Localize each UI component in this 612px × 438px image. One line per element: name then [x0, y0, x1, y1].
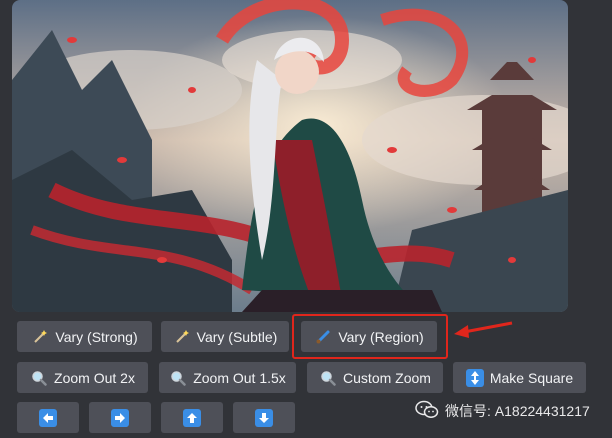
- red-pointer-arrow: [454, 321, 513, 338]
- arrow-left-icon: [39, 408, 57, 427]
- vary-subtle-button[interactable]: Vary (Subtle): [161, 321, 289, 352]
- custom-zoom-button[interactable]: Custom Zoom: [307, 362, 443, 393]
- zoom-out-2x-button[interactable]: Zoom Out 2x: [17, 362, 148, 393]
- arrow-right-icon: [111, 408, 129, 427]
- pan-down-button[interactable]: [233, 402, 295, 433]
- pan-up-button[interactable]: [161, 402, 223, 433]
- magnifier-icon: [319, 369, 337, 387]
- custom-zoom-label: Custom Zoom: [343, 369, 431, 386]
- vary-strong-label: Vary (Strong): [55, 328, 138, 345]
- up-down-arrow-icon: [465, 368, 484, 387]
- make-square-button[interactable]: Make Square: [453, 362, 586, 393]
- make-square-label: Make Square: [489, 369, 574, 386]
- zoom-out-2x-label: Zoom Out 2x: [54, 369, 135, 386]
- magnifier-icon: [169, 369, 187, 387]
- magic-wand-icon: [173, 328, 191, 346]
- vary-strong-button[interactable]: Vary (Strong): [17, 321, 152, 352]
- watermark-text: 微信号: A18224431217: [445, 403, 590, 419]
- vary-subtle-label: Vary (Subtle): [196, 328, 278, 345]
- magic-wand-icon: [31, 328, 49, 346]
- wechat-watermark: 微信号: A18224431217: [415, 400, 590, 422]
- zoom-out-1-5x-button[interactable]: Zoom Out 1.5x: [159, 362, 296, 393]
- zoom-out-1-5x-label: Zoom Out 1.5x: [193, 369, 286, 386]
- pan-left-button[interactable]: [17, 402, 79, 433]
- generated-image[interactable]: [12, 0, 568, 312]
- highlight-box: [292, 314, 448, 359]
- arrow-up-icon: [183, 408, 201, 427]
- arrow-down-icon: [255, 408, 273, 427]
- pan-right-button[interactable]: [89, 402, 151, 433]
- magnifier-icon: [30, 369, 48, 387]
- wechat-icon: [415, 400, 439, 423]
- artwork-illustration: [12, 0, 568, 312]
